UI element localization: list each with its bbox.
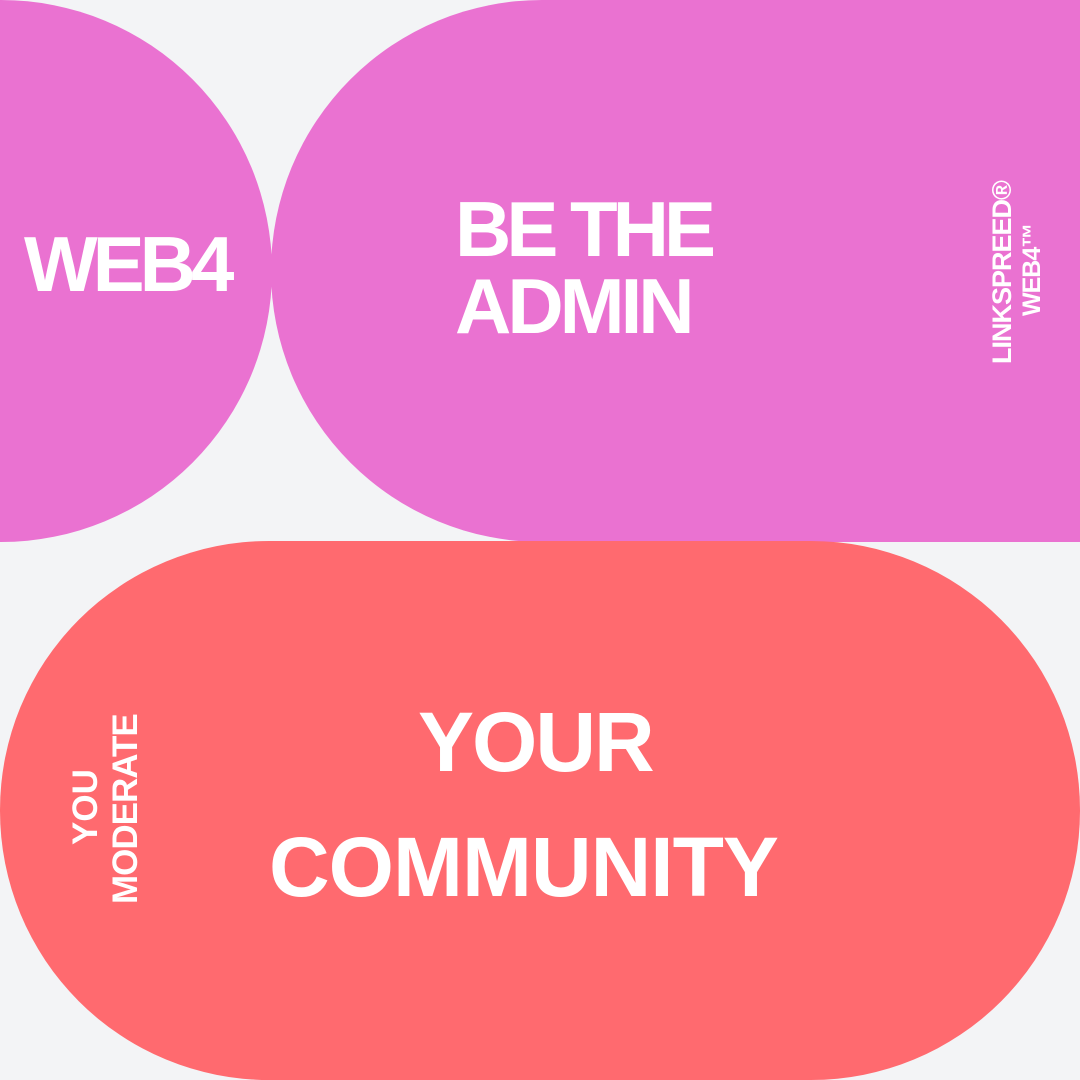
web4-label: WEB4 bbox=[24, 220, 234, 308]
coral-pill-banner bbox=[0, 541, 1080, 1080]
web4-trademark-text: WEB4™ bbox=[1018, 223, 1046, 316]
brand-vertical-label: LINKSPREED® WEB4™ bbox=[987, 174, 1047, 364]
you-text: YOU bbox=[66, 769, 105, 845]
linkspreed-brand-text: LINKSPREED® bbox=[987, 181, 1017, 364]
you-moderate-vertical-label: YOU MODERATE bbox=[66, 684, 146, 904]
moderate-text: MODERATE bbox=[106, 714, 145, 904]
bottom-headline-line-2: COMMUNITY bbox=[269, 820, 779, 914]
top-headline-line-1: BE THE bbox=[455, 185, 716, 273]
bottom-headline-line-1: YOUR bbox=[418, 695, 655, 789]
top-headline-line-2: ADMIN bbox=[455, 262, 695, 350]
